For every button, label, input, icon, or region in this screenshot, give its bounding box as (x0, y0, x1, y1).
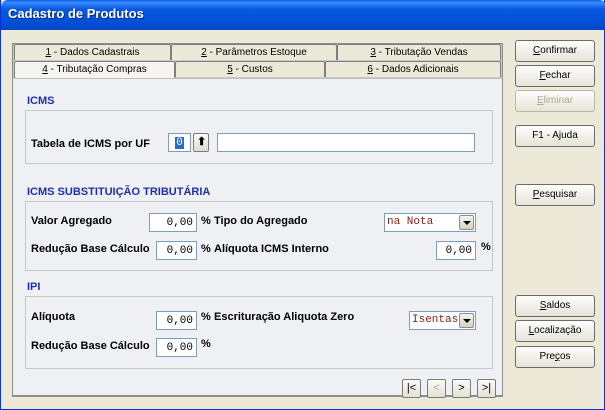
fechar-button[interactable]: Fechar (515, 65, 595, 87)
icms-uf-description-field[interactable] (217, 133, 475, 152)
window-client-area: 1 - Dados Cadastrais 2 - Parâmetros Esto… (4, 30, 603, 407)
ipi-aliquota-label: Alíquota (31, 311, 75, 323)
escrituracao-value: Isentas (412, 314, 459, 326)
icms-uf-code-field[interactable]: 0 (168, 133, 191, 152)
icms-uf-code-value: 0 (175, 137, 184, 149)
icms-uf-lookup-button[interactable]: ⬆ (193, 133, 209, 152)
tab-tributacao-compras[interactable]: 4 - Tributação Compras (14, 61, 175, 79)
ipi-group (25, 296, 493, 369)
tab-custos[interactable]: 5 - Custos (175, 61, 325, 77)
previous-record-button[interactable]: < (427, 379, 446, 398)
tab-label: - Parâmetros Estoque (206, 47, 307, 58)
next-record-button[interactable]: > (452, 379, 471, 398)
tab-dados-adicionais[interactable]: 6 - Dados Adicionais (325, 61, 501, 77)
ipi-reducao-base-percent: % (201, 338, 211, 350)
tab-label: - Tributação Compras (47, 64, 147, 75)
title-bar[interactable]: Cadastro de Produtos (1, 0, 605, 30)
window-title: Cadastro de Produtos (8, 6, 144, 21)
button-label: os (560, 351, 571, 362)
last-record-icon: >| (481, 382, 492, 394)
tipo-agregado-label: Tipo do Agregado (214, 215, 308, 227)
reducao-base-st-percent: % (201, 243, 211, 255)
tab-label: - Tributação Vendas (375, 47, 468, 58)
aliquota-icms-interno-label: Alíquota ICMS Interno (214, 243, 329, 255)
first-record-icon: |< (406, 382, 417, 394)
ipi-aliquota-field[interactable]: 0,00 (156, 311, 197, 330)
ipi-reducao-base-field[interactable]: 0,00 (156, 338, 197, 357)
button-label: Pre (539, 351, 555, 362)
confirmar-button[interactable]: Confirmar (515, 40, 595, 62)
eliminar-button[interactable]: Eliminar (515, 90, 595, 112)
button-label: echar (545, 70, 571, 81)
last-record-button[interactable]: >| (477, 379, 496, 398)
localizacao-button[interactable]: Localização (515, 320, 595, 342)
tab-dados-cadastrais[interactable]: 1 - Dados Cadastrais (14, 44, 171, 60)
icms-st-group (25, 201, 493, 271)
ipi-reducao-base-label: Redução Base Cálculo (31, 340, 150, 352)
first-record-button[interactable]: |< (402, 379, 421, 398)
pesquisar-button[interactable]: Pesquisar (515, 184, 595, 206)
icms-section-title: ICMS (27, 95, 55, 107)
tab-label: - Dados Cadastrais (51, 47, 140, 58)
saldos-button[interactable]: Saldos (515, 295, 595, 317)
tipo-agregado-select[interactable]: na Nota (384, 213, 476, 232)
button-label: ocalização (534, 325, 582, 336)
button-label: esquisar (539, 189, 578, 200)
reducao-base-st-field[interactable]: 0,00 (156, 241, 197, 260)
escrituracao-aliquota-zero-label: Escrituração Aliquota Zero (214, 311, 355, 323)
valor-agregado-label: Valor Agregado (31, 215, 112, 227)
button-label: liminar (543, 95, 574, 106)
aliquota-icms-interno-field[interactable]: 0,00 (436, 241, 476, 260)
button-label: aldos (546, 300, 571, 311)
ajuda-button[interactable]: F1 - Ajuda (515, 125, 595, 147)
tab-parametros-estoque[interactable]: 2 - Parâmetros Estoque (171, 44, 337, 60)
valor-agregado-percent: % (201, 215, 211, 227)
icms-uf-label: Tabela de ICMS por UF (31, 138, 150, 150)
precos-button[interactable]: Preços (515, 346, 595, 368)
hotkey: E (536, 95, 544, 106)
ipi-section-title: IPI (27, 281, 41, 293)
tab-label: - Dados Adicionais (372, 64, 459, 75)
reducao-base-st-label: Redução Base Cálculo (31, 243, 150, 255)
escrituracao-aliquota-zero-select[interactable]: Isentas (409, 311, 476, 330)
valor-agregado-field[interactable]: 0,00 (149, 213, 197, 232)
tab-label: - Custos (232, 64, 273, 75)
next-record-icon: > (458, 382, 465, 394)
arrow-up-icon: ⬆ (197, 136, 207, 148)
tab-page-tributacao-compras: ICMS Tabela de ICMS por UF 0 ⬆ ICMS SUBS… (12, 78, 503, 396)
product-registration-window: Cadastro de Produtos 1 - Dados Cadastrai… (0, 0, 605, 410)
button-label: onfirmar (540, 45, 577, 56)
ipi-aliquota-percent: % (201, 311, 211, 323)
icms-st-section-title: ICMS SUBSTITUIÇÃO TRIBUTÁRIA (27, 186, 211, 198)
tab-tributacao-vendas[interactable]: 3 - Tributação Vendas (337, 44, 501, 60)
previous-record-icon: < (433, 382, 440, 394)
tipo-agregado-value: na Nota (387, 216, 434, 228)
aliquota-icms-interno-percent: % (481, 241, 491, 253)
chevron-down-icon[interactable] (459, 215, 474, 230)
chevron-down-icon[interactable] (459, 313, 474, 328)
